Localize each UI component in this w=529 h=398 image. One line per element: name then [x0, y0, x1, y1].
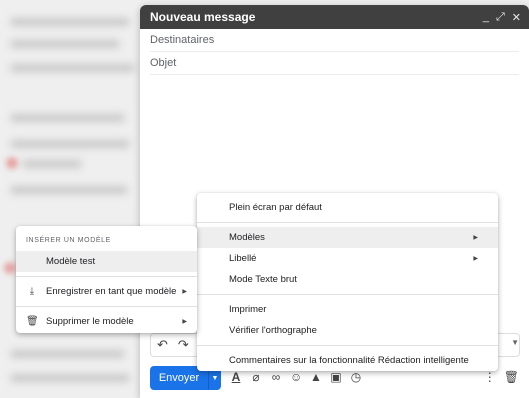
template-item-label: Modèle test: [46, 256, 96, 267]
menu-divider: [16, 276, 197, 277]
drive-icon[interactable]: ▲: [310, 370, 322, 384]
templates-submenu: INSÉRER UN MODÈLE Modèle test ⤓ Enregist…: [16, 226, 197, 333]
blur-dot: [4, 262, 16, 274]
save-as-template-item[interactable]: ⤓ Enregistrer en tant que modèle ▶: [16, 281, 197, 302]
menu-item-smart-compose-feedback[interactable]: Commentaires sur la fonctionnalité Rédac…: [197, 350, 498, 371]
template-item-test[interactable]: Modèle test: [16, 251, 197, 272]
subject-field[interactable]: Objet: [150, 52, 519, 75]
compose-title: Nouveau message: [150, 10, 256, 24]
submenu-arrow-icon: ▶: [473, 235, 478, 241]
menu-item-label-submenu[interactable]: Libellé ▶: [197, 248, 498, 269]
blur-dot: [6, 157, 18, 169]
menu-item-label: Modèles: [229, 232, 265, 243]
emoji-icon[interactable]: ☺: [290, 370, 302, 384]
close-icon[interactable]: ✕: [512, 11, 521, 24]
menu-item-label: Supprimer le modèle: [46, 316, 134, 327]
menu-item-fullscreen-default[interactable]: Plein écran par défaut: [197, 197, 498, 218]
blur-line: [10, 40, 120, 48]
expand-icon[interactable]: ⤢: [496, 11, 505, 24]
toolbar-more-caret-icon[interactable]: ▼: [511, 338, 519, 347]
blur-line: [10, 114, 125, 122]
menu-item-label: Vérifier l'orthographe: [229, 325, 317, 336]
menu-item-label: Commentaires sur la fonctionnalité Rédac…: [229, 355, 469, 366]
blur-line: [10, 140, 130, 148]
compose-right-actions: ⋮ 🗑: [484, 370, 519, 384]
menu-item-label: Imprimer: [229, 304, 267, 315]
redo-icon[interactable]: ↷: [178, 337, 189, 353]
menu-divider: [16, 306, 197, 307]
blur-line: [10, 374, 130, 382]
menu-item-plain-text[interactable]: Mode Texte brut: [197, 269, 498, 290]
link-icon[interactable]: ∞: [270, 370, 282, 384]
blur-line: [10, 350, 125, 358]
recipients-field[interactable]: Destinataires: [150, 29, 519, 52]
menu-item-label: Libellé: [229, 253, 257, 264]
text-format-icon[interactable]: A: [230, 370, 242, 384]
more-options-menu: Plein écran par défaut Modèles ▶ Libellé…: [197, 193, 498, 371]
menu-item-label: Enregistrer en tant que modèle: [46, 286, 177, 297]
more-options-icon[interactable]: ⋮: [484, 370, 496, 384]
download-icon: ⤓: [29, 286, 35, 297]
submenu-arrow-icon: ▶: [182, 289, 187, 295]
submenu-section-title: INSÉRER UN MODÈLE: [26, 237, 111, 244]
undo-icon[interactable]: ↶: [157, 337, 168, 353]
blur-line: [10, 64, 135, 72]
blur-line: [10, 18, 130, 26]
menu-item-label: Plein écran par défaut: [229, 202, 322, 213]
menu-item-spellcheck[interactable]: Vérifier l'orthographe: [197, 320, 498, 341]
menu-divider: [197, 222, 498, 223]
trash-icon: 🗑: [26, 316, 39, 327]
menu-divider: [197, 294, 498, 295]
menu-item-templates[interactable]: Modèles ▶: [197, 227, 498, 248]
attach-icon[interactable]: ⌀: [250, 370, 262, 384]
photo-icon[interactable]: ▣: [330, 370, 342, 384]
compose-header: Nouveau message _ ⤢ ✕: [140, 5, 529, 29]
compose-actions: A ⌀ ∞ ☺ ▲ ▣ ◷: [230, 370, 362, 384]
menu-divider: [197, 345, 498, 346]
menu-item-print[interactable]: Imprimer: [197, 299, 498, 320]
menu-item-label: Mode Texte brut: [229, 274, 297, 285]
blur-line: [22, 160, 82, 168]
trash-icon[interactable]: 🗑: [504, 370, 519, 384]
submenu-arrow-icon: ▶: [182, 319, 187, 325]
confidential-mode-icon[interactable]: ◷: [350, 370, 362, 384]
minimize-icon[interactable]: _: [483, 11, 489, 23]
blur-line: [10, 186, 128, 194]
delete-template-item[interactable]: 🗑 Supprimer le modèle ▶: [16, 311, 197, 332]
submenu-arrow-icon: ▶: [473, 256, 478, 262]
